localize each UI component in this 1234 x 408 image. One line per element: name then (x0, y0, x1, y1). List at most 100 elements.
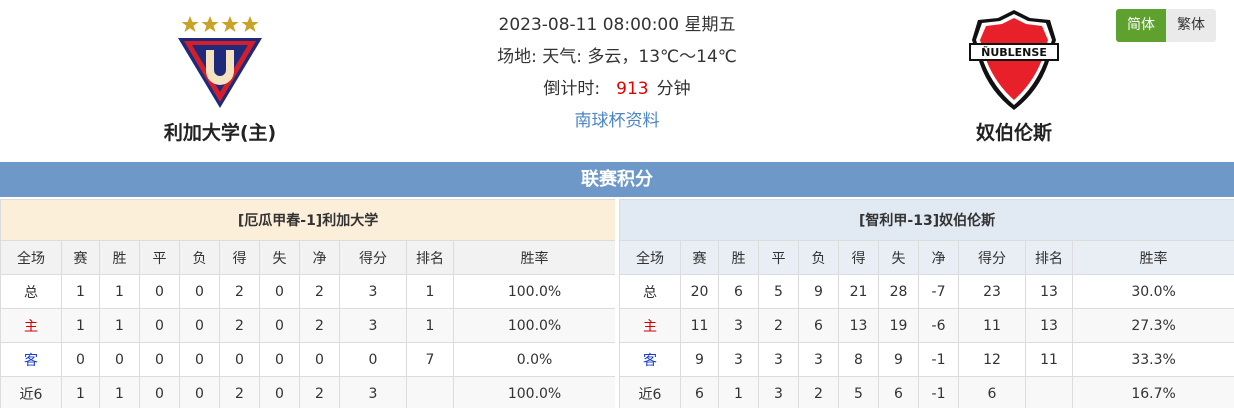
language-switch: 简体 繁体 (1116, 9, 1216, 42)
home-header-cell: 负 (179, 240, 220, 275)
away-table-cell: 28 (878, 274, 919, 309)
away-header-cell: 失 (878, 240, 919, 275)
home-table-row: 主 1 1 0 0 2 0 2 3 1 100.0% (0, 308, 615, 343)
home-table-cell: 1 (61, 274, 100, 309)
away-table-cell: 21 (838, 274, 879, 309)
home-header-cell: 胜 (99, 240, 140, 275)
home-standings-table: [厄瓜甲春-1]利加大学 全场赛胜平负得失净得分 排名 胜率 总1100202311… (0, 199, 615, 408)
home-table-cell: 0 (139, 308, 180, 343)
cup-info-link[interactable]: 南球杯资料 (575, 111, 660, 131)
countdown-value: 913 (616, 79, 649, 99)
away-table-row: 总 20 6 5 9 21 28 -7 23 13 30.0% (619, 274, 1234, 309)
home-table-cell: 0 (259, 274, 300, 309)
away-header-cell: 胜率 (1071, 240, 1234, 275)
home-table-cell: 3 (339, 308, 407, 343)
home-table-cell: 1 (406, 274, 454, 309)
home-table-cell: 1 (99, 308, 140, 343)
match-info: 2023-08-11 08:00:00 星期五 场地: 天气: 多云，13℃～1… (417, 12, 817, 140)
away-table-cell: 2 (758, 308, 799, 343)
away-team-name: 奴伯伦斯 (975, 122, 1052, 144)
match-header: 利加大学(主) 2023-08-11 08:00:00 星期五 场地: 天气: … (0, 0, 1234, 162)
home-table-cell (406, 376, 454, 408)
away-table-cell: 13 (838, 308, 879, 343)
home-table-cell: 0 (259, 342, 300, 377)
nublense-logo-text: ÑUBLENSE (981, 46, 1047, 59)
away-row-label: 主 (619, 308, 681, 343)
away-table-row: 客 9 3 3 3 8 9 -1 12 11 33.3% (619, 342, 1234, 377)
home-table-cell: 1 (61, 308, 100, 343)
away-row-label: 近6 (619, 376, 681, 408)
away-table-cell: 16.7% (1071, 376, 1234, 408)
away-standings-panel: [智利甲-13]奴伯伦斯 全场赛胜平负得失净得分 排名 胜率 总 20 6 5 9 21 28-… (619, 199, 1234, 408)
home-table-cell: 1 (99, 274, 140, 309)
home-header-cell: 全场 (0, 240, 62, 275)
home-table-cell: 0 (179, 376, 220, 408)
away-table-cell: 9 (798, 274, 839, 309)
home-table-cell: 0 (139, 342, 180, 377)
away-table-cell: 6 (958, 376, 1026, 408)
home-table-cell: 2 (299, 376, 340, 408)
away-header-cell: 负 (798, 240, 839, 275)
countdown: 倒计时: 913 分钟 (417, 76, 817, 108)
away-table-cell (1025, 376, 1073, 408)
away-header-cell: 排名 (1025, 240, 1073, 275)
away-table-cell: 2 (798, 376, 839, 408)
away-table-cell: 23 (958, 274, 1026, 309)
away-table-cell: 9 (878, 342, 919, 377)
home-table-cell: 3 (339, 376, 407, 408)
away-standings-table: [智利甲-13]奴伯伦斯 全场赛胜平负得失净得分 排名 胜率 总 20 6 5 9 21 28-… (619, 199, 1234, 408)
countdown-unit: 分钟 (656, 79, 691, 99)
home-table-cell: 0 (259, 308, 300, 343)
match-datetime: 2023-08-11 08:00:00 星期五 (498, 15, 736, 35)
away-table-cell: 8 (838, 342, 879, 377)
away-table-cell: 13 (1025, 274, 1073, 309)
away-table-cell: 3 (718, 308, 759, 343)
home-header-cell: 得分 (339, 240, 407, 275)
away-header-cell: 净 (918, 240, 959, 275)
away-table-cell: 6 (798, 308, 839, 343)
home-table-cell: 3 (339, 274, 407, 309)
away-header-cell: 胜 (718, 240, 759, 275)
away-table-header: 全场赛胜平负得失净得分 排名 胜率 (619, 240, 1234, 275)
nublense-logo-icon: ÑUBLENSE (969, 10, 1059, 110)
away-table-cell: 1 (718, 376, 759, 408)
home-row-label: 主 (0, 308, 62, 343)
away-table-cell: 3 (758, 342, 799, 377)
away-table-cell: 11 (958, 308, 1026, 343)
home-table-cell: 100.0% (452, 274, 615, 309)
home-table-cell: 2 (219, 308, 260, 343)
home-row-label: 客 (0, 342, 62, 377)
lang-simplified-button[interactable]: 简体 (1116, 9, 1166, 42)
away-header-cell: 得 (838, 240, 879, 275)
home-row-label: 近6 (0, 376, 62, 408)
home-table-cell: 1 (61, 376, 100, 408)
home-table-cell: 0 (219, 342, 260, 377)
home-table-cell: 1 (99, 376, 140, 408)
home-table-cell: 2 (299, 274, 340, 309)
home-table-cell: 2 (219, 274, 260, 309)
away-team[interactable]: ÑUBLENSE 奴伯伦斯 (914, 8, 1114, 145)
home-team[interactable]: 利加大学(主) (120, 8, 320, 145)
away-table-cell: 30.0% (1071, 274, 1234, 309)
home-table-cell: 0 (139, 274, 180, 309)
home-table-row: 近6 1 1 0 0 2 0 2 3 100.0% (0, 376, 615, 408)
away-table-cell: -7 (918, 274, 959, 309)
away-table-cell: 6 (680, 376, 719, 408)
away-header-cell: 全场 (619, 240, 681, 275)
away-table-cell: 5 (838, 376, 879, 408)
away-table-cell: 6 (718, 274, 759, 309)
away-table-cell: -1 (918, 342, 959, 377)
home-table-cell: 0 (139, 376, 180, 408)
away-header-cell: 得分 (958, 240, 1026, 275)
away-header-cell: 平 (758, 240, 799, 275)
away-table-cell: 33.3% (1071, 342, 1234, 377)
away-table-cell: 5 (758, 274, 799, 309)
away-table-cell: 20 (680, 274, 719, 309)
lang-traditional-button[interactable]: 繁体 (1166, 9, 1216, 42)
away-table-row: 主 11 3 2 6 13 19 -6 11 13 27.3% (619, 308, 1234, 343)
home-table-cell: 2 (299, 308, 340, 343)
home-header-cell: 失 (259, 240, 300, 275)
home-header-cell: 平 (139, 240, 180, 275)
home-table-cell: 0 (179, 308, 220, 343)
away-table-cell: 6 (878, 376, 919, 408)
